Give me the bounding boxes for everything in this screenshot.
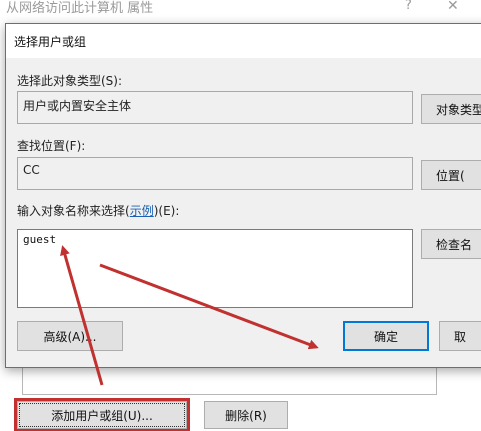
parent-window-title: 从网络访问此计算机 属性 — [6, 1, 154, 16]
advanced-button-label: 高级(A)... — [43, 329, 97, 344]
ok-button-label: 确定 — [373, 329, 398, 344]
focus-rectangle — [19, 403, 185, 427]
cancel-button[interactable]: 取 — [439, 321, 481, 351]
remove-button[interactable]: 删除(R) — [204, 401, 288, 429]
check-names-button[interactable]: 检查名 — [421, 229, 481, 259]
locations-button[interactable]: 位置( — [421, 160, 481, 190]
enter-object-names-label: 输入对象名称来选择(示例)(E): — [17, 202, 179, 219]
close-icon[interactable]: ✕ — [447, 0, 459, 14]
check-names-button-label: 检查名 — [436, 237, 473, 252]
remove-button-label: 删除(R) — [225, 408, 267, 423]
advanced-button[interactable]: 高级(A)... — [17, 321, 123, 351]
object-type-value: 用户或内置安全主体 — [23, 99, 132, 113]
enter-names-label-suffix: )(E): — [153, 204, 180, 218]
ok-button[interactable]: 确定 — [343, 321, 429, 351]
location-field: CC — [17, 157, 413, 190]
location-label: 查找位置(F): — [17, 139, 86, 153]
add-user-or-group-button[interactable]: 添加用户或组(U)... — [14, 398, 190, 431]
object-names-input[interactable]: guest — [17, 229, 413, 308]
select-users-or-groups-dialog: 选择用户或组 选择此对象类型(S): 用户或内置安全主体 对象类型 查找位置(F… — [5, 23, 481, 368]
object-types-button-label: 对象类型 — [436, 102, 481, 117]
dialog-title: 选择用户或组 — [14, 35, 87, 49]
help-icon[interactable]: ? — [405, 0, 412, 13]
examples-link[interactable]: 示例 — [130, 204, 154, 218]
location-value: CC — [23, 163, 40, 177]
locations-button-label: 位置( — [436, 168, 465, 183]
object-names-value: guest — [23, 233, 57, 246]
object-types-button[interactable]: 对象类型 — [421, 94, 481, 124]
enter-names-label-prefix: 输入对象名称来选择( — [17, 204, 130, 218]
object-type-label: 选择此对象类型(S): — [17, 74, 123, 88]
cancel-button-label: 取 — [454, 329, 467, 344]
dialog-titlebar[interactable]: 选择用户或组 — [6, 24, 481, 58]
object-type-field: 用户或内置安全主体 — [17, 91, 413, 124]
